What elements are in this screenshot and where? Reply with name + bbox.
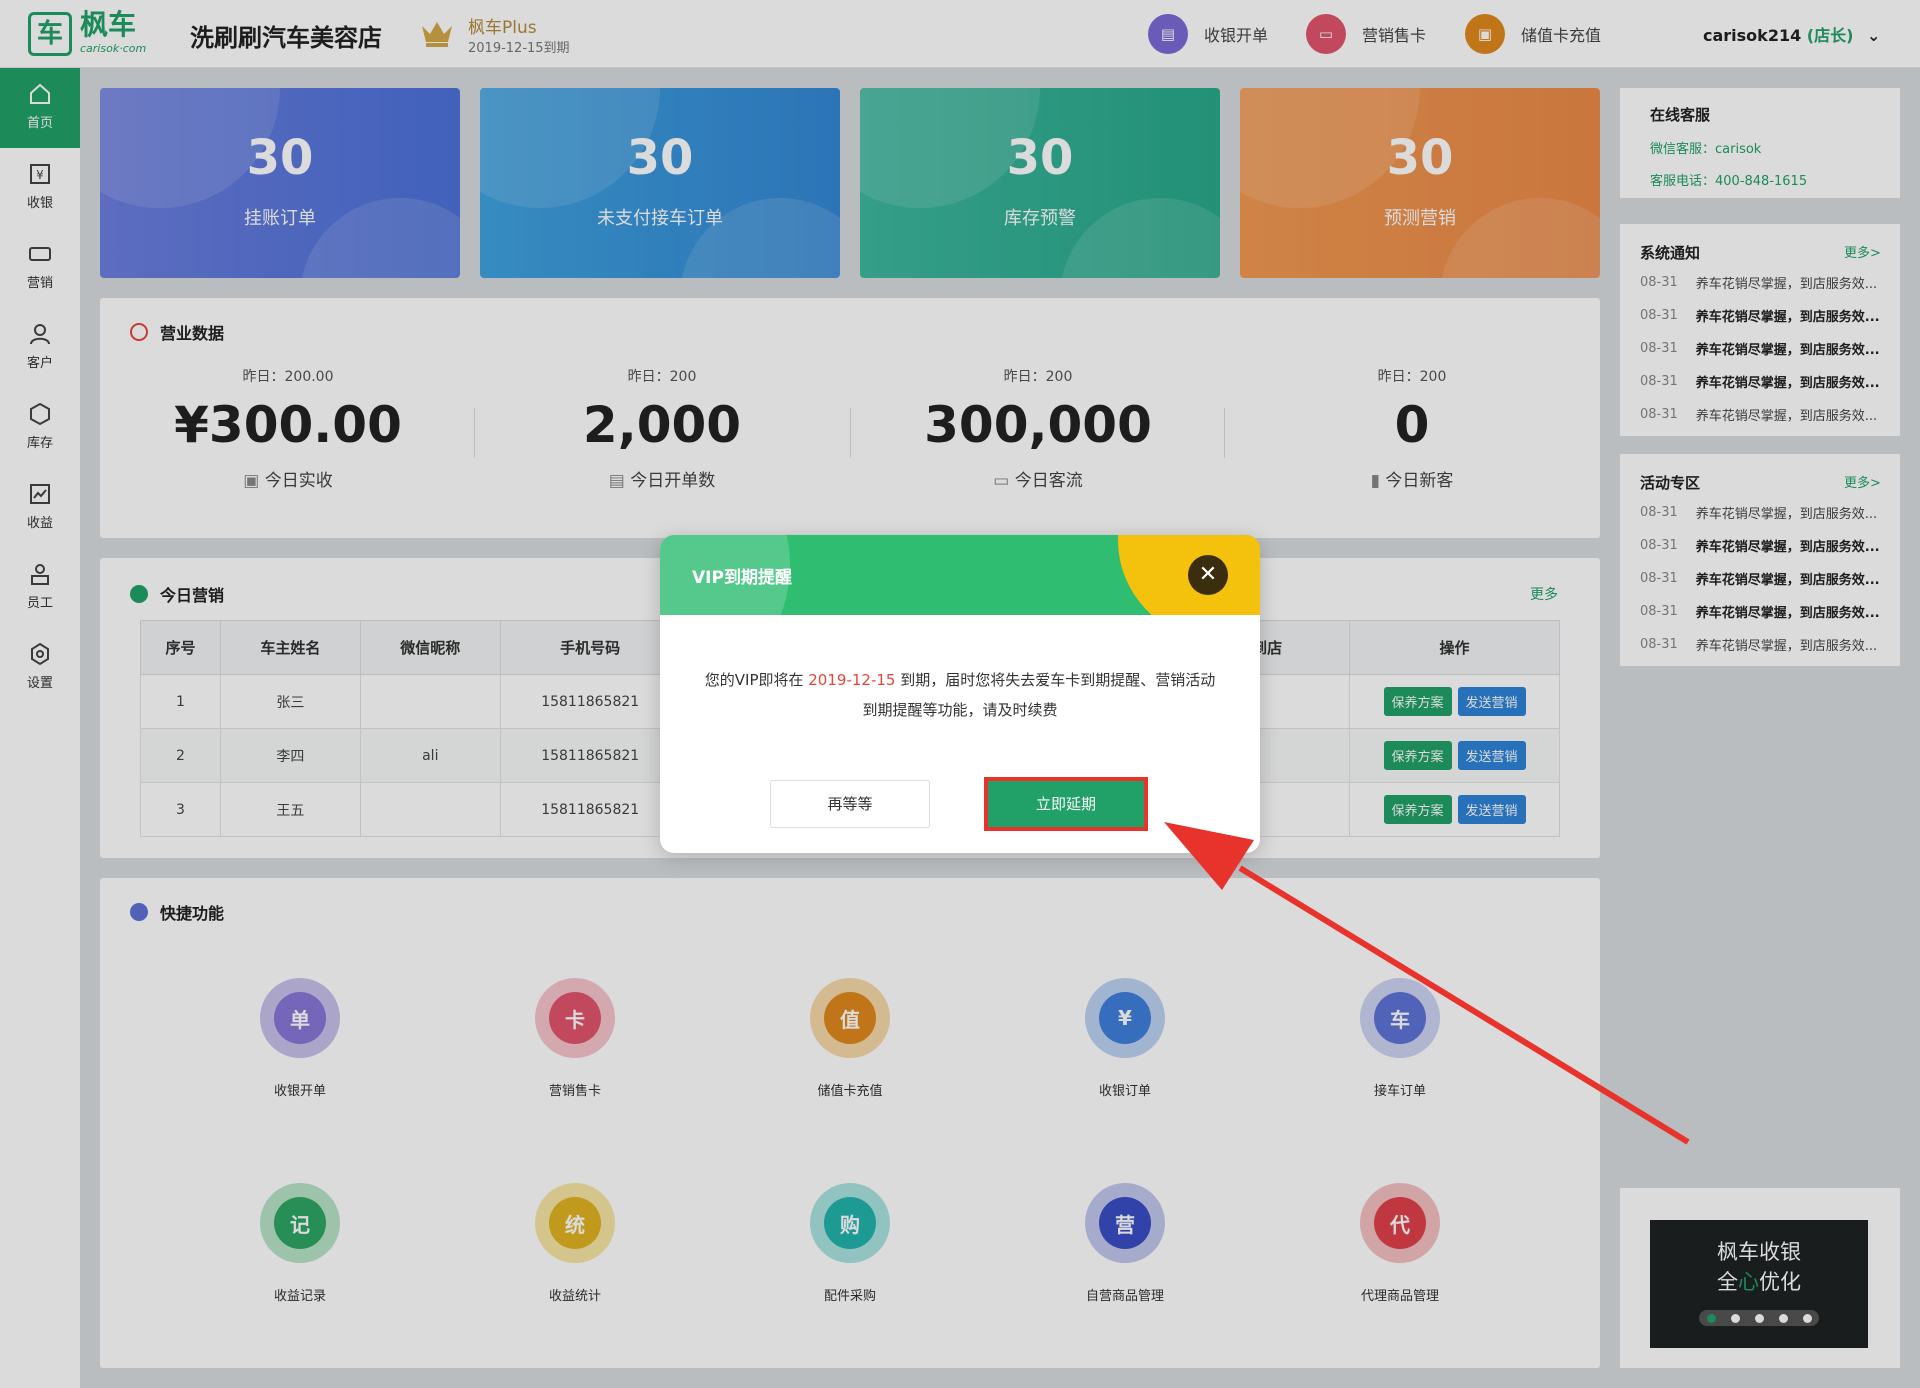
annotation-arrow xyxy=(1164,822,1690,1145)
wait-button[interactable]: 再等等 xyxy=(770,780,930,828)
close-icon[interactable]: ✕ xyxy=(1188,555,1228,595)
vip-expiry-modal: VIP到期提醒 ✕ 您的VIP即将在 2019-12-15 到期，届时您将失去爱… xyxy=(660,535,1260,853)
modal-message: 您的VIP即将在 2019-12-15 到期，届时您将失去爱车卡到期提醒、营销活… xyxy=(704,671,1216,719)
expiry-date: 2019-12-15 xyxy=(808,671,896,689)
modal-title: VIP到期提醒 xyxy=(692,568,792,588)
modal-header: VIP到期提醒 ✕ xyxy=(660,535,1260,615)
extend-button[interactable]: 立即延期 xyxy=(984,777,1148,831)
